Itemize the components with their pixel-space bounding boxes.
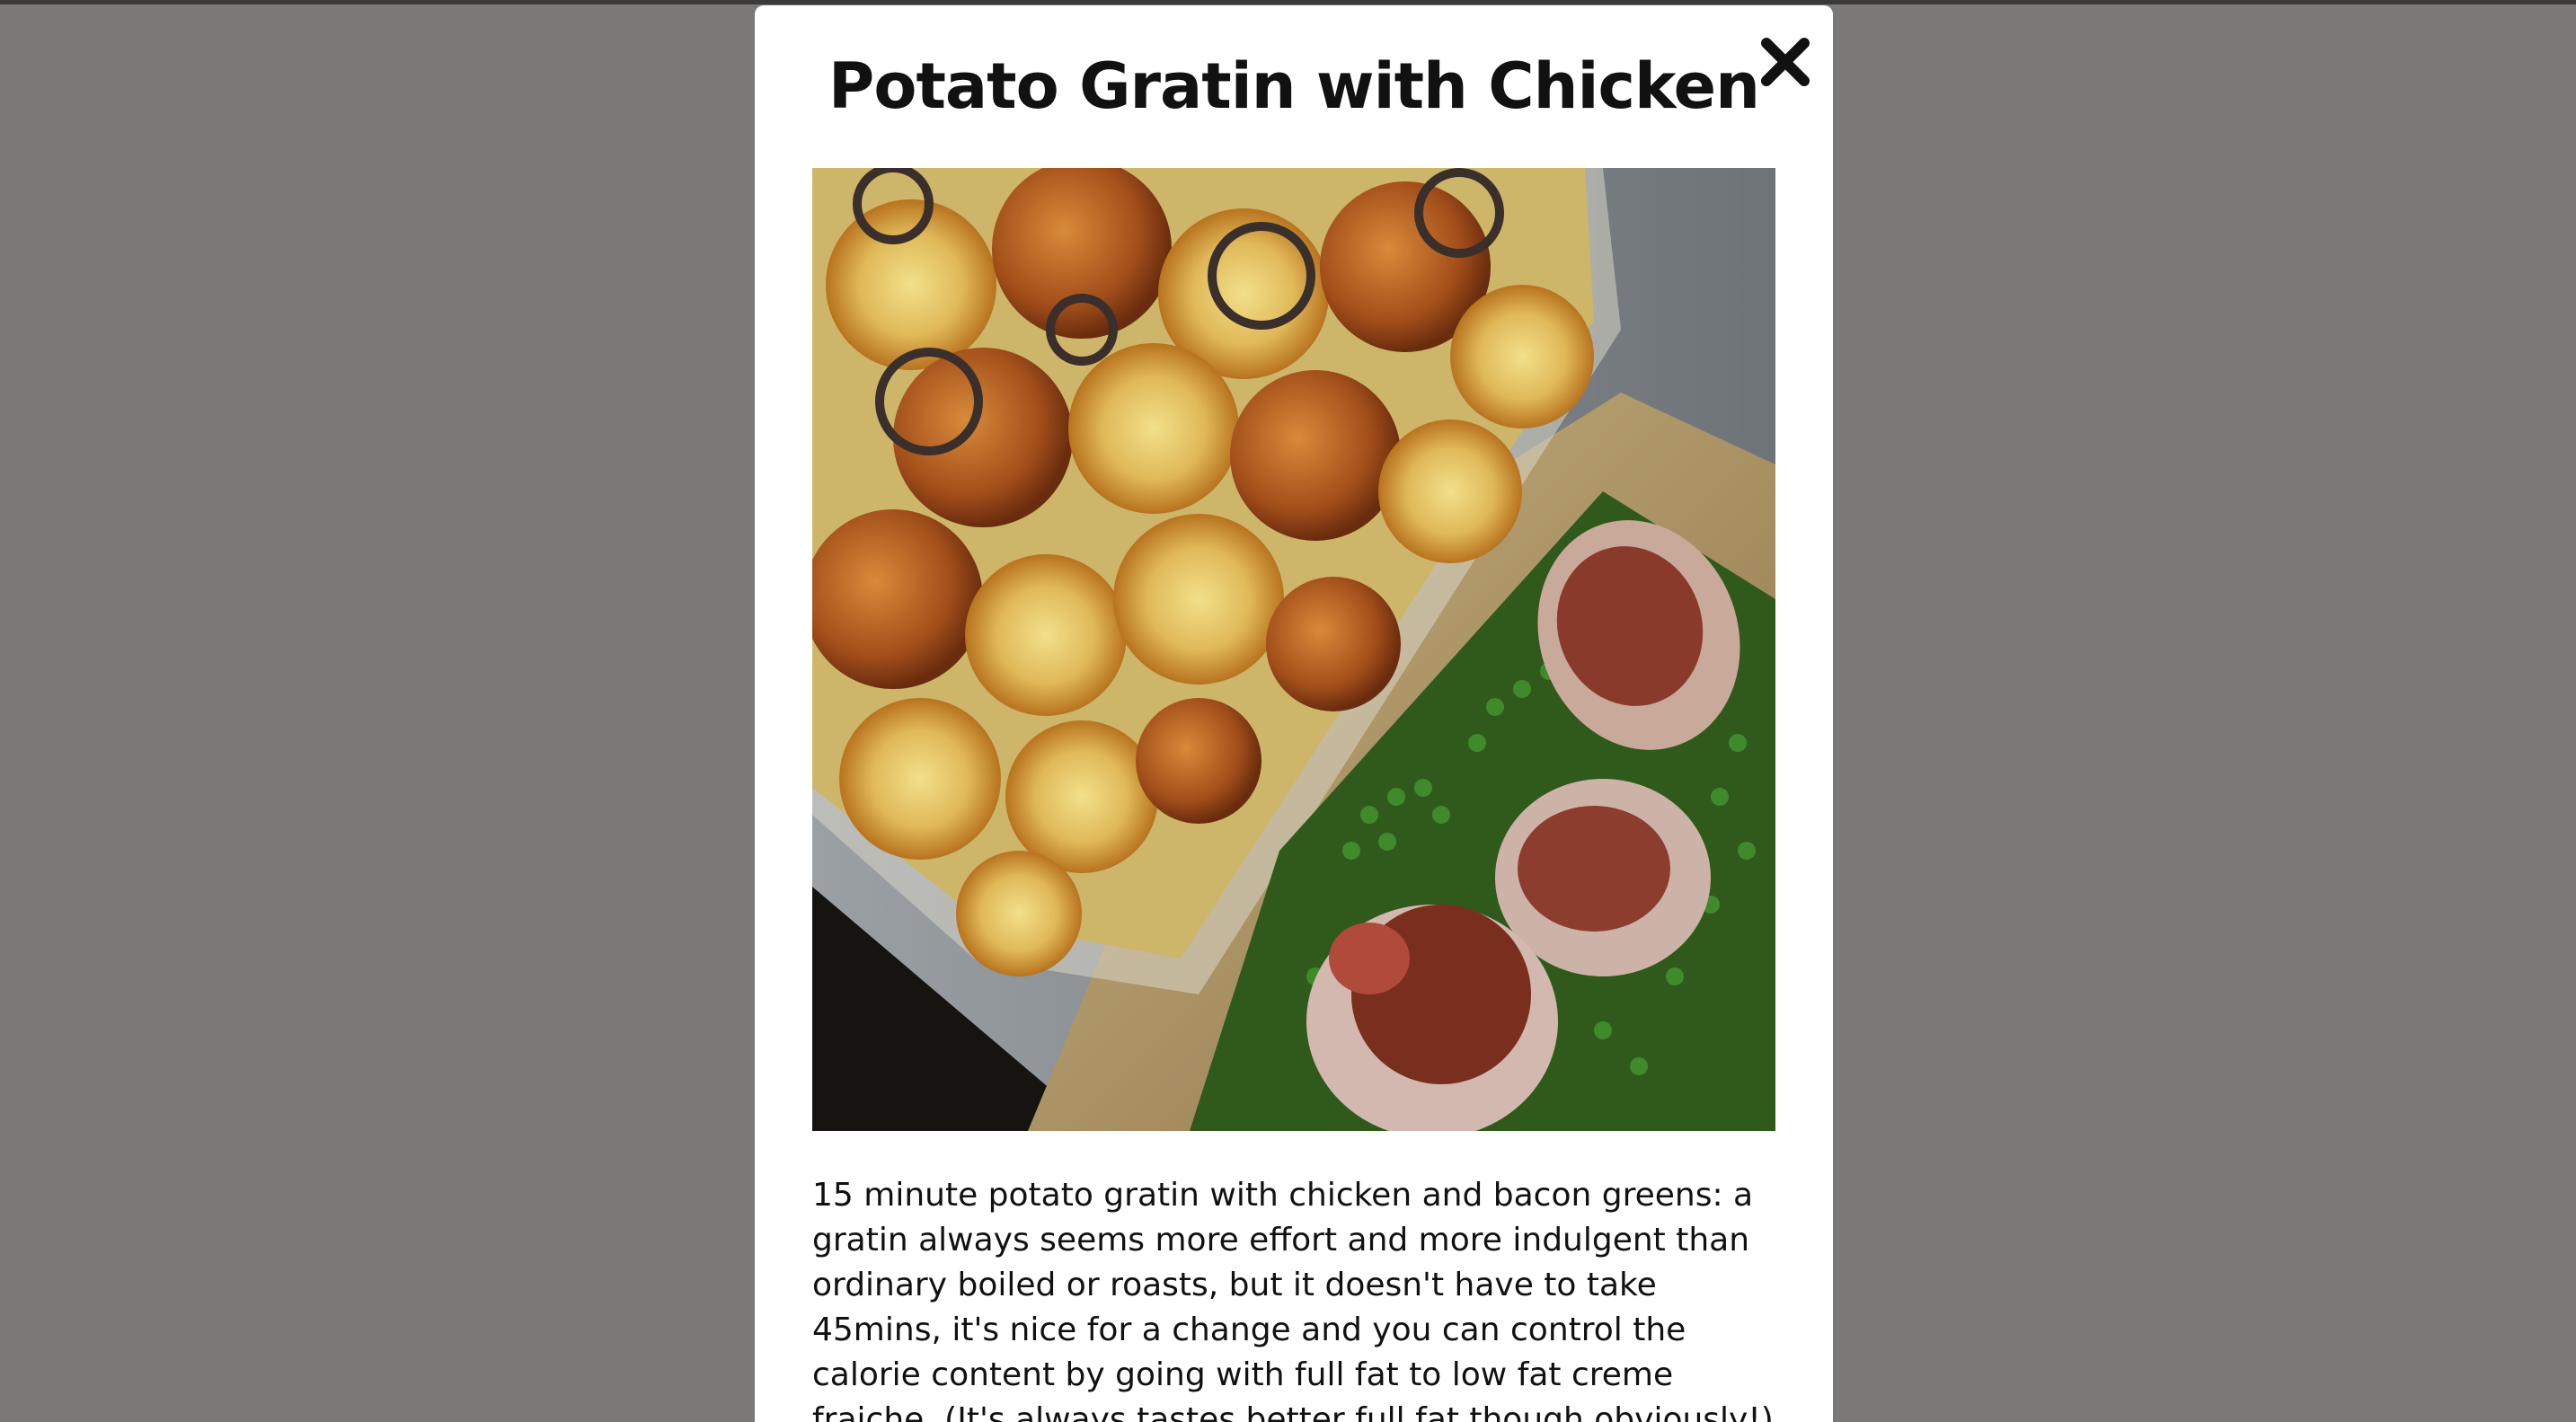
recipe-description: 15 minute potato gratin with chicken and…	[812, 1177, 1774, 1422]
close-button[interactable]	[1754, 31, 1817, 93]
recipe-modal: Potato Gratin with Chicken 15 minute pot…	[755, 5, 1833, 1422]
food-photo-illustration	[812, 168, 1775, 1131]
recipe-photo	[812, 168, 1775, 1131]
close-icon	[1761, 38, 1810, 86]
browser-top-edge	[0, 0, 2576, 4]
recipe-title: Potato Gratin with Chicken	[828, 49, 1760, 123]
